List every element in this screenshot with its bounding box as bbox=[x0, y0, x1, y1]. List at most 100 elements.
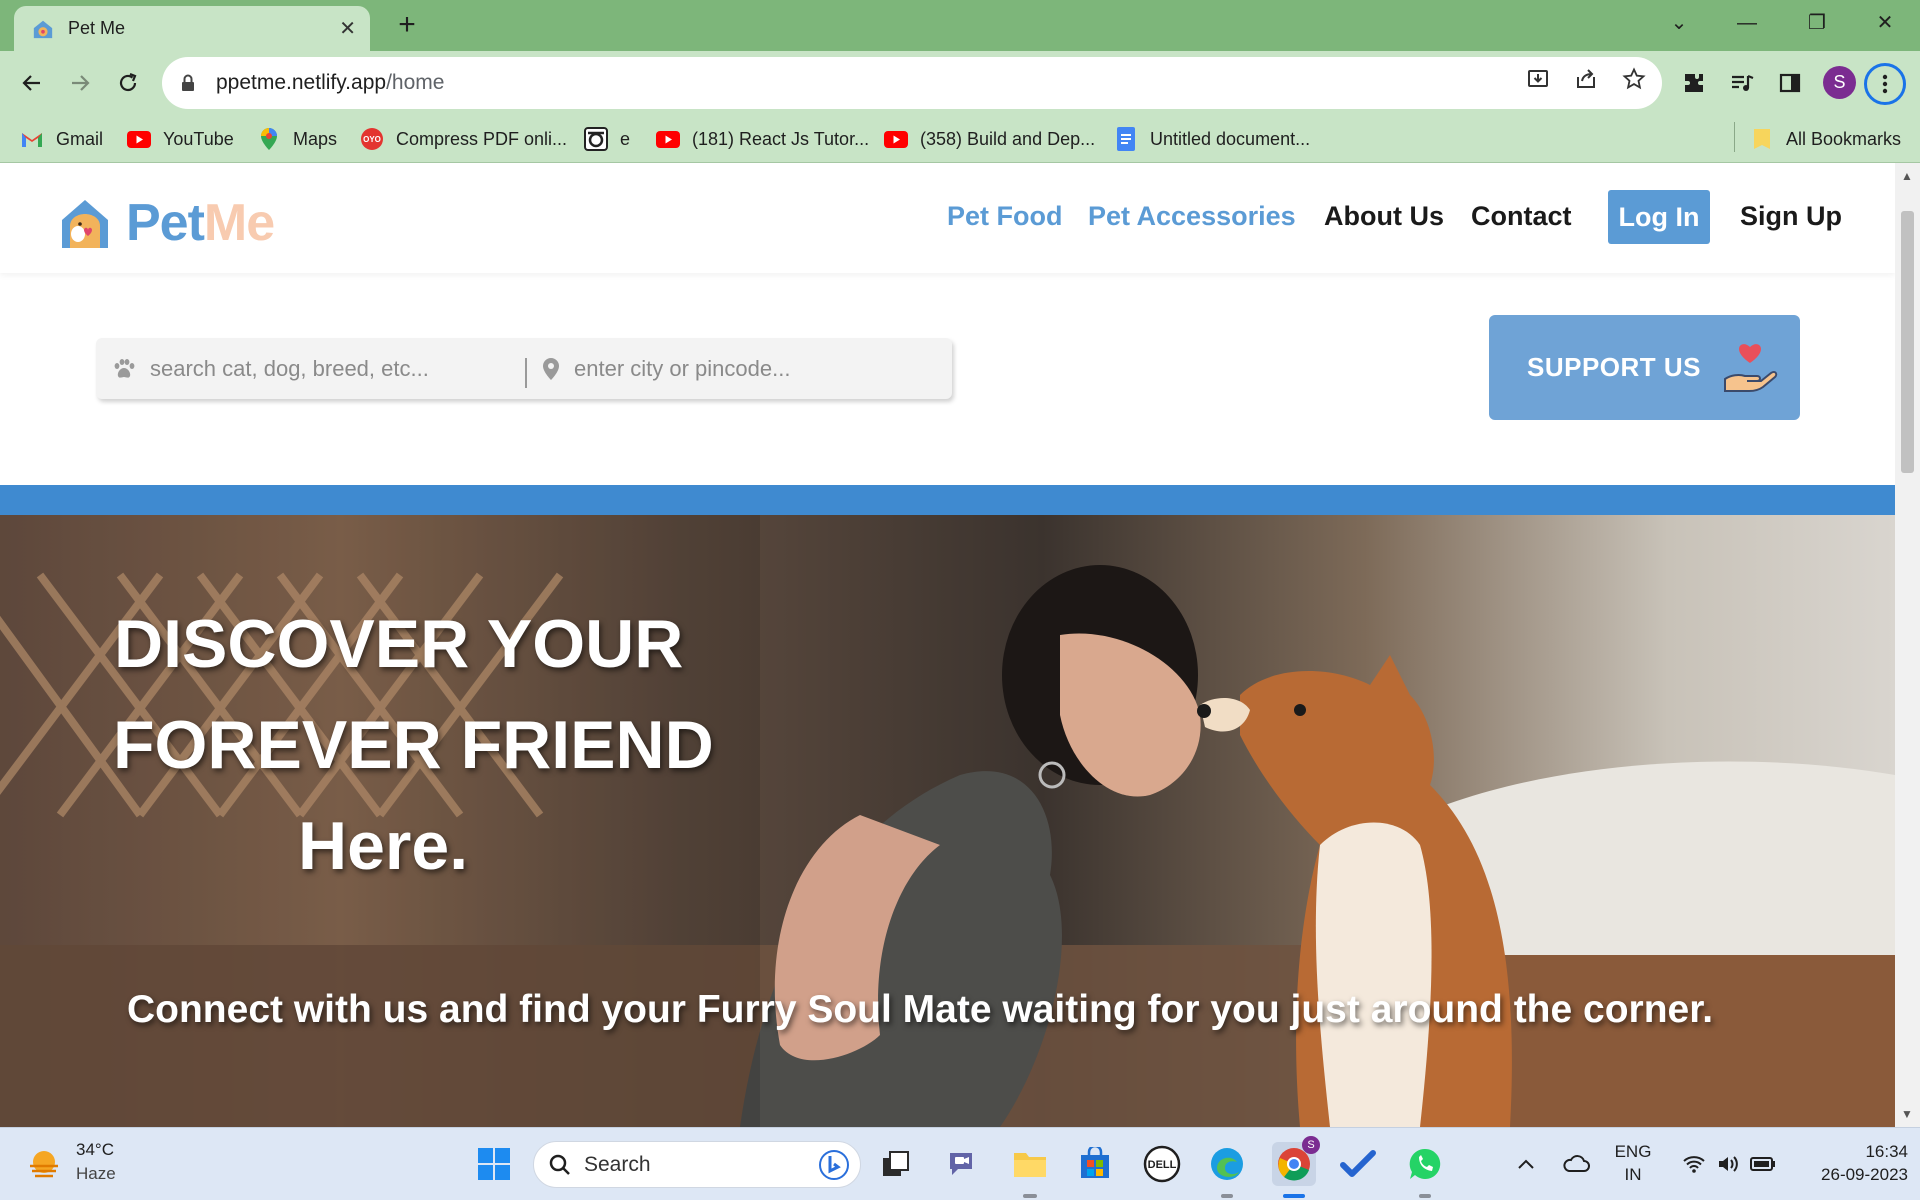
share-icon[interactable] bbox=[1572, 65, 1600, 93]
search-divider bbox=[525, 358, 527, 388]
back-button[interactable] bbox=[14, 65, 50, 101]
pet-search-placeholder: search cat, dog, breed, etc... bbox=[150, 355, 429, 381]
chrome-profile-badge: S bbox=[1302, 1136, 1320, 1154]
system-status-group[interactable] bbox=[1668, 1144, 1790, 1184]
chevron-up-icon bbox=[1518, 1159, 1534, 1169]
address-bar[interactable]: ppetme.netlify.app/home bbox=[162, 57, 1662, 109]
hero-headline-line3: Here. bbox=[298, 808, 469, 884]
edge-browser-button[interactable] bbox=[1207, 1144, 1247, 1184]
bookmark-untitled-document[interactable]: Untitled document... bbox=[1114, 125, 1310, 153]
support-us-button[interactable]: SUPPORT US bbox=[1489, 315, 1800, 420]
paw-icon bbox=[114, 358, 135, 378]
reload-icon bbox=[119, 72, 137, 92]
side-panel-icon[interactable] bbox=[1772, 65, 1808, 101]
taskbar-search[interactable]: Search bbox=[533, 1141, 861, 1188]
maps-icon bbox=[257, 127, 281, 151]
profile-avatar[interactable]: S bbox=[1823, 66, 1856, 99]
minimize-button[interactable]: — bbox=[1724, 6, 1770, 40]
bookmarks-separator bbox=[1734, 122, 1735, 152]
bookmark-youtube[interactable]: YouTube bbox=[127, 125, 234, 153]
task-view-button[interactable] bbox=[876, 1144, 916, 1184]
teams-chat-icon bbox=[950, 1153, 972, 1175]
url-text: ppetme.netlify.app/home bbox=[216, 71, 445, 94]
extensions-icon[interactable] bbox=[1676, 65, 1712, 101]
nav-pet-food[interactable]: Pet Food bbox=[947, 201, 1063, 232]
media-control-icon[interactable] bbox=[1724, 65, 1760, 101]
petme-favicon-icon bbox=[33, 20, 53, 38]
chrome-menu-button[interactable] bbox=[1864, 63, 1906, 105]
scroll-down-arrow-icon[interactable]: ▼ bbox=[1901, 1107, 1913, 1121]
bookmarks-bar: Gmail YouTube Maps OYO Compress PDF onli… bbox=[0, 116, 1920, 163]
bookmark-star-icon[interactable] bbox=[1620, 65, 1648, 93]
explorer-running-indicator bbox=[1023, 1194, 1037, 1198]
forward-button[interactable] bbox=[62, 65, 98, 101]
tab-close-icon[interactable]: ✕ bbox=[339, 16, 356, 41]
chrome-taskbar-button[interactable]: S bbox=[1272, 1136, 1320, 1186]
bookmark-gmail[interactable]: Gmail bbox=[20, 125, 103, 153]
nav-about-us[interactable]: About Us bbox=[1324, 201, 1444, 232]
bookmark-compress-pdf[interactable]: OYO Compress PDF onli... bbox=[360, 125, 567, 153]
browser-tab[interactable]: Pet Me ✕ bbox=[14, 6, 370, 51]
bookmark-maps[interactable]: Maps bbox=[257, 125, 337, 153]
scrollbar-thumb[interactable] bbox=[1901, 211, 1914, 473]
hero-headline-line1: DISCOVER YOUR bbox=[114, 606, 684, 682]
folder-icon bbox=[1750, 127, 1774, 151]
teams-chat-button[interactable] bbox=[943, 1144, 983, 1184]
reload-button[interactable] bbox=[110, 65, 146, 101]
heart-in-hand-icon bbox=[1724, 343, 1778, 392]
close-window-button[interactable]: ✕ bbox=[1862, 6, 1908, 40]
location-search-field[interactable]: enter city or pincode... bbox=[542, 338, 942, 399]
bookmark-react-tutorial[interactable]: (181) React Js Tutor... bbox=[656, 125, 869, 153]
clock[interactable]: 16:34 26-09-2023 bbox=[1788, 1140, 1908, 1186]
browser-toolbar: ppetme.netlify.app/home S bbox=[0, 51, 1920, 116]
microsoft-store-button[interactable] bbox=[1075, 1144, 1115, 1184]
lock-icon bbox=[182, 74, 194, 91]
todo-app-button[interactable] bbox=[1338, 1144, 1378, 1184]
bookmark-build-deploy[interactable]: (358) Build and Dep... bbox=[884, 125, 1095, 153]
taskbar-search-label: Search bbox=[584, 1152, 651, 1176]
bookmark-e[interactable]: e bbox=[584, 125, 630, 153]
petme-logo[interactable]: Pet Me bbox=[58, 193, 275, 253]
task-view-icon bbox=[883, 1151, 909, 1176]
onedrive-button[interactable] bbox=[1556, 1144, 1596, 1184]
whatsapp-running-indicator bbox=[1419, 1194, 1431, 1198]
logo-me-text: Me bbox=[203, 194, 275, 252]
windows-start-button[interactable] bbox=[474, 1144, 514, 1184]
show-hidden-icons-button[interactable] bbox=[1506, 1144, 1546, 1184]
wifi-icon bbox=[1683, 1156, 1705, 1173]
clock-date: 26-09-2023 bbox=[1821, 1165, 1908, 1184]
haze-sun-icon bbox=[30, 1151, 58, 1178]
tab-search-chevron-icon[interactable]: ⌄ bbox=[1656, 6, 1702, 40]
tab-strip: Pet Me ✕ + ⌄ — ❐ ✕ bbox=[0, 0, 1920, 51]
language-indicator[interactable]: ENG IN bbox=[1600, 1140, 1666, 1186]
location-search-placeholder: enter city or pincode... bbox=[574, 355, 791, 381]
whatsapp-button[interactable] bbox=[1405, 1144, 1445, 1184]
edge-running-indicator bbox=[1221, 1194, 1233, 1198]
restore-button[interactable]: ❐ bbox=[1794, 6, 1840, 40]
nav-pet-accessories[interactable]: Pet Accessories bbox=[1088, 201, 1296, 232]
signup-button[interactable]: Sign Up bbox=[1740, 201, 1842, 232]
dell-app-button[interactable]: DELL bbox=[1142, 1144, 1182, 1184]
whatsapp-icon bbox=[1409, 1148, 1441, 1179]
new-tab-button[interactable]: + bbox=[390, 8, 424, 42]
location-pin-icon bbox=[543, 357, 559, 380]
page-scrollbar[interactable]: ▲ ▼ bbox=[1895, 163, 1920, 1127]
file-explorer-button[interactable] bbox=[1010, 1144, 1050, 1184]
web-page: Pet Me Pet Food Pet Accessories About Us … bbox=[0, 163, 1895, 1127]
clock-time: 16:34 bbox=[1865, 1142, 1908, 1161]
site-header: Pet Me Pet Food Pet Accessories About Us … bbox=[0, 163, 1895, 273]
pet-search-field[interactable]: search cat, dog, breed, etc... bbox=[112, 338, 512, 399]
install-app-icon[interactable] bbox=[1524, 65, 1552, 93]
scroll-up-arrow-icon[interactable]: ▲ bbox=[1901, 169, 1913, 183]
todo-check-icon bbox=[1340, 1150, 1376, 1177]
hero-top-band bbox=[0, 485, 1895, 515]
weather-desc: Haze bbox=[76, 1164, 116, 1183]
forward-arrow-icon bbox=[72, 75, 90, 91]
nav-contact[interactable]: Contact bbox=[1471, 201, 1572, 232]
youtube-icon bbox=[884, 127, 908, 151]
all-bookmarks[interactable]: All Bookmarks bbox=[1750, 125, 1901, 153]
pet-search-bar: search cat, dog, breed, etc... enter cit… bbox=[96, 338, 952, 399]
e-site-icon bbox=[584, 127, 608, 151]
bing-icon[interactable] bbox=[818, 1149, 850, 1181]
login-button[interactable]: Log In bbox=[1608, 190, 1710, 244]
